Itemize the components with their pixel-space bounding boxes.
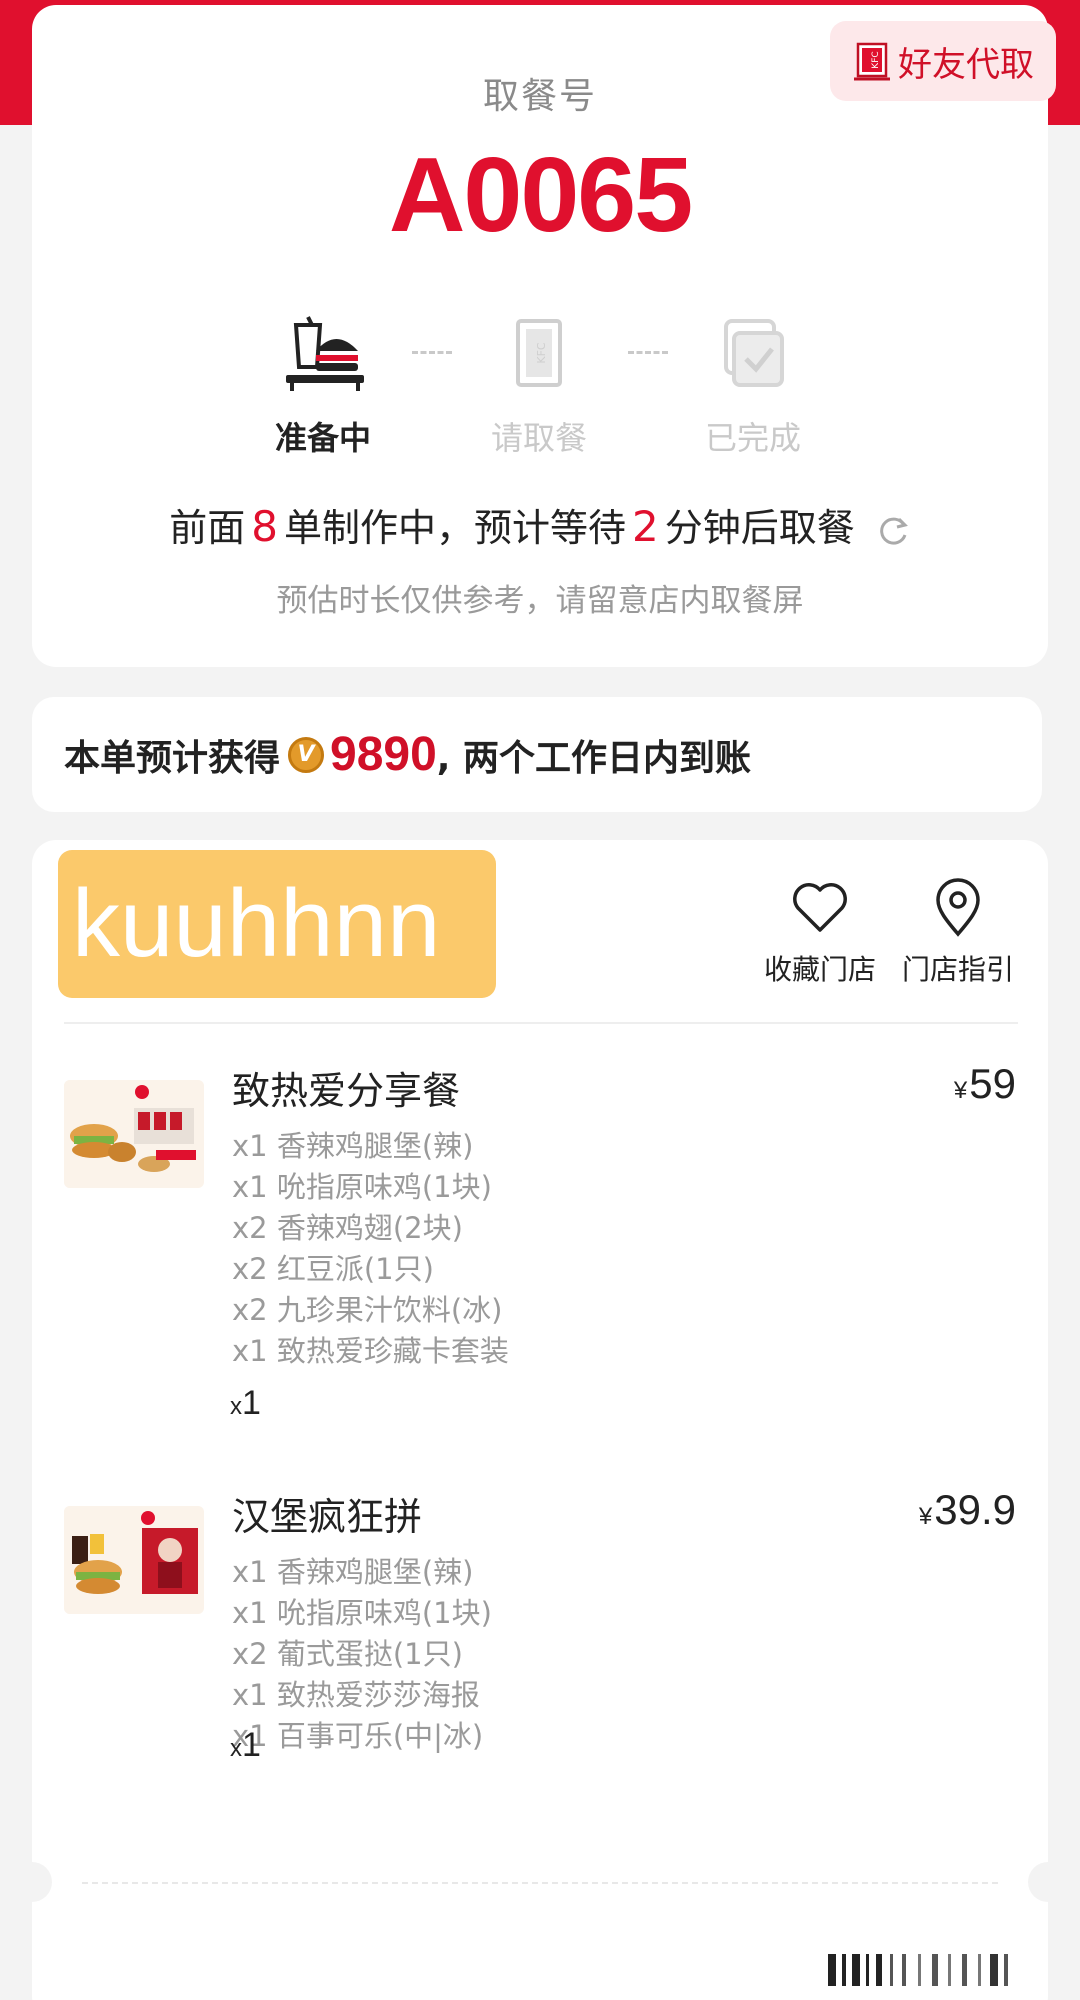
item-component: x1 香辣鸡腿堡(辣): [232, 1129, 474, 1163]
step-ready-pickup: KFC 请取餐: [464, 315, 614, 459]
item-component: x1 吮指原味鸡(1块): [232, 1596, 492, 1630]
points-value: 9890: [330, 728, 437, 781]
divider: [64, 1022, 1018, 1024]
barcode-icon: [828, 1954, 1008, 1986]
pickup-number: A0065: [388, 136, 693, 254]
item-thumbnail: [64, 1080, 204, 1188]
refresh-icon[interactable]: [875, 513, 911, 549]
item-thumbnail: [64, 1506, 204, 1614]
step-completed: 已完成: [678, 315, 828, 459]
svg-text:KFC: KFC: [871, 51, 881, 68]
step-preparing: 准备中: [248, 315, 398, 459]
points-suffix: , 两个工作日内到账: [436, 737, 752, 779]
item-quantity: x1: [230, 1726, 261, 1765]
kfc-bucket-icon: KFC: [854, 42, 890, 81]
qty-prefix: x: [230, 1735, 242, 1762]
qty-value: 1: [242, 1384, 261, 1422]
item-component: x1 香辣鸡腿堡(辣): [232, 1555, 474, 1589]
heart-icon: [793, 883, 847, 932]
step-ready-label: 请取餐: [490, 419, 587, 457]
v-coin-icon: V: [288, 736, 325, 773]
orders-ahead-count: 8: [251, 502, 278, 551]
kfc-bag-icon: KFC: [516, 319, 562, 387]
currency-symbol: ¥: [918, 1503, 933, 1530]
wait-prefix: 前面: [169, 506, 246, 550]
store-name-box: kuuhhnn: [58, 850, 496, 998]
step-completed-label: 已完成: [704, 419, 801, 457]
qty-prefix: x: [230, 1393, 242, 1420]
favorite-store-label: 收藏门店: [763, 953, 876, 986]
item-component: x2 葡式蛋挞(1只): [232, 1637, 463, 1671]
completed-check-icon: [724, 319, 784, 387]
wait-middle: 单制作中，预计等待: [283, 506, 626, 550]
item-price: ¥39.9: [919, 1486, 1016, 1534]
item-component: x2 红豆派(1只): [232, 1252, 434, 1286]
svg-text:KFC: KFC: [535, 342, 548, 364]
item-quantity: x1: [230, 1384, 261, 1423]
item-name: 致热爱分享餐: [232, 1069, 461, 1113]
price-value: 59: [969, 1060, 1016, 1107]
item-component: x1 吮指原味鸡(1块): [232, 1170, 492, 1204]
friend-pickup-label: 好友代取: [898, 44, 1034, 85]
currency-symbol: ¥: [953, 1077, 968, 1104]
points-prefix: 本单预计获得: [64, 737, 281, 779]
wait-disclaimer: 预估时长仅供参考，请留意店内取餐屏: [276, 583, 804, 619]
ticket-cut-line: [82, 1882, 998, 1884]
qty-value: 1: [242, 1726, 261, 1764]
favorite-store-button[interactable]: 收藏门店: [760, 878, 880, 988]
meal-tray-icon: [286, 316, 364, 391]
location-pin-icon: [936, 878, 980, 937]
item-component: x2 香辣鸡翅(2块): [232, 1211, 463, 1245]
price-value: 39.9: [934, 1486, 1016, 1533]
pickup-status-card: 取餐号 A0065 KFC 好友代取 准备中 KFC 请取餐 已完成 前面 8 …: [32, 5, 1056, 667]
order-progress-steps: 准备中 KFC 请取餐 已完成: [32, 315, 1048, 465]
item-components: x1 香辣鸡腿堡(辣) x1 吮指原味鸡(1块) x2 葡式蛋挞(1只) x1 …: [232, 1552, 492, 1757]
friend-pickup-button[interactable]: KFC 好友代取: [830, 21, 1056, 101]
order-detail-card: kuuhhnn 收藏门店 门店指引 致热爱分享餐 ¥59 x1 香辣鸡腿堡(辣)…: [12, 840, 1068, 2000]
store-guide-label: 门店指引: [901, 953, 1014, 986]
ticket-notch: [1028, 1862, 1068, 1902]
points-line: 本单预计获得 V 9890 , 两个工作日内到账: [64, 727, 751, 782]
step-connector: [628, 351, 668, 354]
ticket-notch: [12, 1862, 52, 1902]
wait-estimate: 前面 8 单制作中，预计等待 2 分钟后取餐: [32, 497, 1048, 552]
item-name: 汉堡疯狂拼: [232, 1495, 423, 1539]
item-component: x2 九珍果汁饮料(冰): [232, 1293, 503, 1327]
wait-minutes: 2: [631, 502, 659, 551]
wait-suffix: 分钟后取餐: [664, 506, 855, 550]
step-preparing-label: 准备中: [274, 419, 371, 457]
item-component: x1 致热爱珍藏卡套装: [232, 1334, 509, 1368]
points-card: 本单预计获得 V 9890 , 两个工作日内到账: [32, 697, 1042, 812]
item-components: x1 香辣鸡腿堡(辣) x1 吮指原味鸡(1块) x2 香辣鸡翅(2块) x2 …: [232, 1126, 509, 1372]
item-component: x1 百事可乐(中|冰): [232, 1719, 484, 1753]
store-guide-button[interactable]: 门店指引: [898, 878, 1018, 988]
item-component: x1 致热爱莎莎海报: [232, 1678, 480, 1712]
meal-combo-image: [64, 1080, 204, 1188]
store-name: kuuhhnn: [72, 870, 441, 977]
item-price: ¥59: [954, 1060, 1016, 1108]
step-connector: [412, 351, 452, 354]
burger-combo-image: [64, 1506, 204, 1614]
